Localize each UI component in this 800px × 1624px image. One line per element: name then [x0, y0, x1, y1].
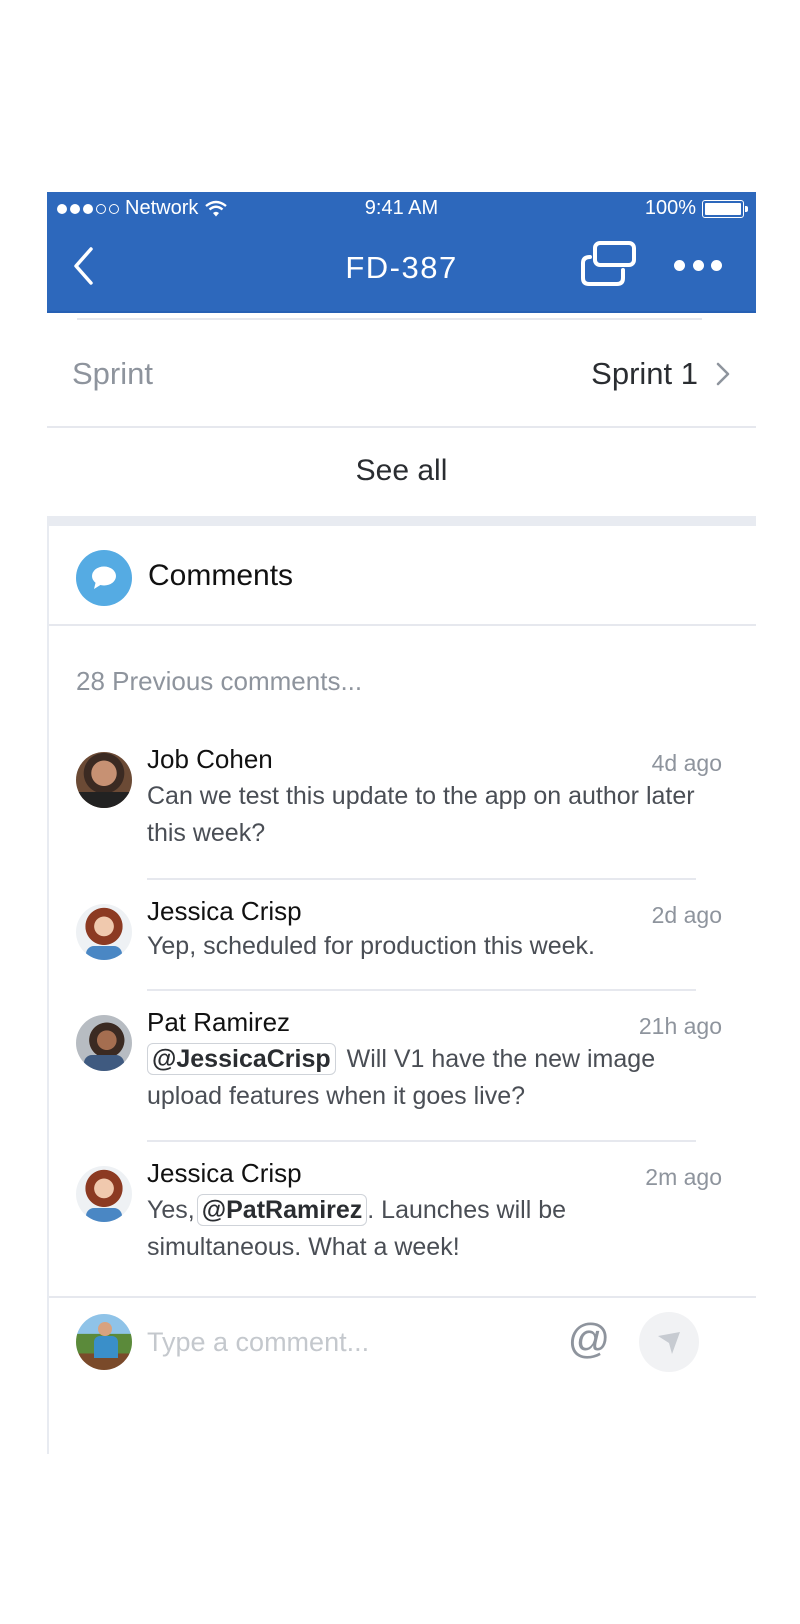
comment-item: Jessica Crisp 2d ago Yep, scheduled for … [49, 896, 756, 986]
more-dot-icon [674, 259, 685, 271]
avatar [76, 1015, 132, 1071]
status-bar: Network 9:41 AM 100% [47, 192, 756, 228]
comment-time: 2m ago [645, 1164, 722, 1190]
chevron-right-icon [716, 362, 730, 386]
more-dot-icon [711, 259, 722, 271]
comments-section: Comments 28 Previous comments... Job Coh… [47, 526, 756, 1454]
send-icon [658, 1332, 680, 1354]
more-dot-icon [692, 259, 704, 271]
see-all-button[interactable]: See all [47, 428, 756, 516]
section-separator [47, 516, 756, 526]
comment-time: 2d ago [651, 902, 722, 928]
comment-body: Yep, scheduled for production this week. [147, 932, 595, 960]
comment-item: Jessica Crisp 2m ago Yes, @PatRamirez. La… [49, 1158, 756, 1288]
switch-view-button[interactable] [580, 240, 638, 288]
comment-item: Job Cohen 4d ago Can we test this update… [49, 744, 756, 884]
avatar [76, 752, 132, 808]
more-button[interactable] [670, 250, 726, 280]
comment-author: Pat Ramirez [147, 1007, 291, 1037]
mention-button[interactable]: @ [567, 1314, 611, 1364]
page-title: FD-387 [345, 250, 458, 285]
comment-text: Yep, scheduled for production this week. [147, 928, 707, 965]
nav-bar: FD-387 [47, 230, 756, 312]
current-user-avatar [76, 1314, 132, 1370]
sprint-value: Sprint 1 [591, 356, 698, 391]
battery-percent: 100% [644, 197, 696, 219]
speech-bubble-icon [76, 550, 132, 606]
avatar [76, 904, 132, 960]
mention-chip[interactable]: @JessicaCrisp [147, 1043, 336, 1075]
comment-item: Pat Ramirez 21h ago @JessicaCrisp Will V… [49, 1007, 756, 1137]
comment-body: Can we test this update to the app on au… [147, 782, 695, 847]
phone-screen: Network 9:41 AM 100% FD-387 Sprint Sprin… [47, 192, 756, 1454]
comment-text: Can we test this update to the app on au… [147, 778, 707, 852]
comment-divider [147, 1140, 696, 1142]
comment-author: Jessica Crisp [147, 1158, 302, 1188]
comment-author: Jessica Crisp [147, 896, 302, 926]
mention-chip[interactable]: @PatRamirez [196, 1194, 368, 1226]
avatar [76, 1166, 132, 1222]
comments-title: Comments [148, 559, 294, 592]
comment-composer: @ [49, 1296, 756, 1406]
comment-text: @JessicaCrisp Will V1 have the new image… [147, 1041, 707, 1115]
comment-time: 21h ago [638, 1013, 722, 1039]
top-bar: Network 9:41 AM 100% FD-387 [47, 192, 756, 313]
battery-icon [702, 199, 748, 218]
sprint-field-row[interactable]: Sprint Sprint 1 [47, 320, 756, 426]
sprint-label: Sprint [72, 356, 153, 391]
comment-text: Yes, @PatRamirez. Launches will be simult… [147, 1192, 707, 1266]
comments-header: Comments [49, 526, 756, 626]
status-right: 100% [644, 197, 748, 220]
comment-input[interactable] [147, 1320, 547, 1364]
switch-view-icon [581, 241, 636, 286]
comment-divider [147, 878, 696, 880]
comment-divider [147, 989, 696, 991]
previous-comments-link[interactable]: 28 Previous comments... [76, 666, 362, 697]
comment-author: Job Cohen [147, 744, 273, 774]
send-button[interactable] [639, 1312, 699, 1372]
comment-time: 4d ago [651, 750, 722, 776]
comment-body-prefix: Yes, [147, 1196, 195, 1224]
